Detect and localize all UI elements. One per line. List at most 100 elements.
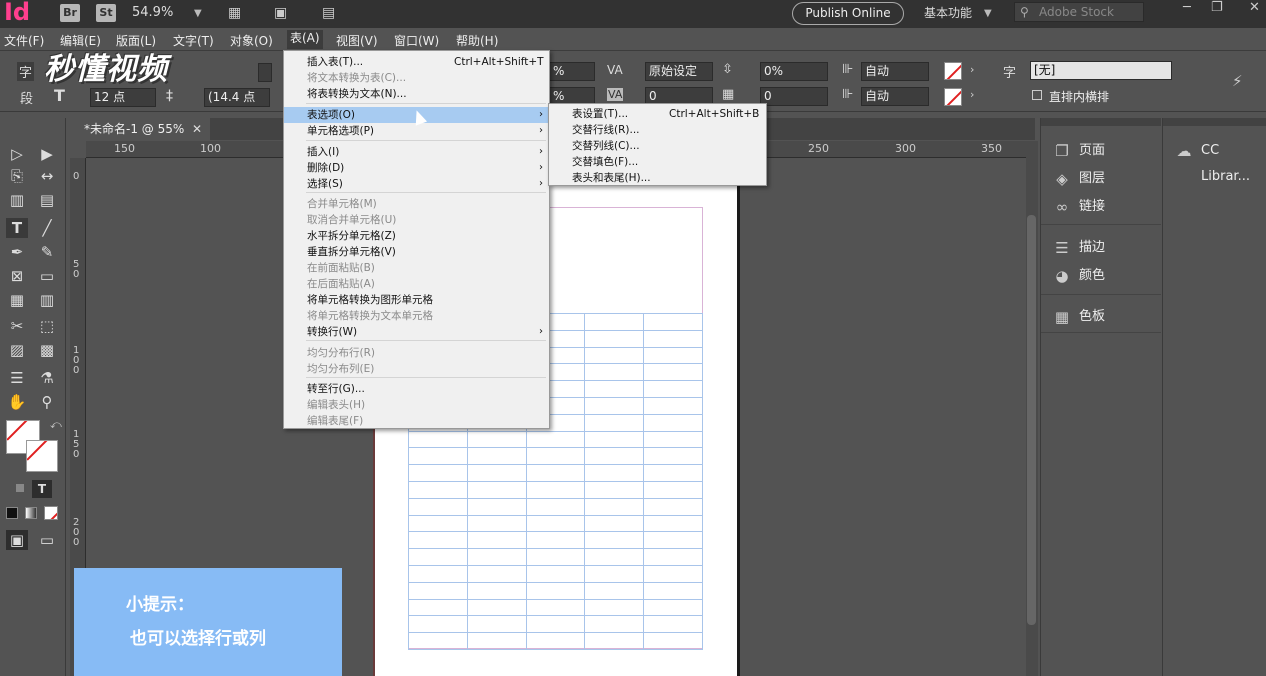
panel-cc-libraries[interactable]: ☁ CC Librar... [1163, 138, 1266, 184]
panel-swatches[interactable]: ▦ 色板 [1041, 304, 1161, 330]
table-cell[interactable] [525, 514, 586, 533]
selection-tool-icon[interactable]: ▷ [6, 144, 28, 164]
gradient-feather-tool-icon[interactable]: ▩ [36, 340, 58, 360]
auto-field-1[interactable]: 自动 [861, 62, 929, 81]
table-cell[interactable] [408, 430, 468, 449]
table-cell[interactable] [643, 514, 703, 533]
table-cell[interactable] [525, 564, 586, 583]
table-cell[interactable] [466, 581, 527, 600]
table-cell[interactable] [525, 531, 586, 550]
type-tool-icon[interactable]: T [6, 218, 28, 238]
percent-field[interactable]: 0% [760, 62, 828, 81]
bridge-icon[interactable]: Br [60, 4, 80, 22]
table-cell[interactable] [643, 480, 703, 499]
menu-type[interactable]: 文字(T) [173, 32, 214, 49]
menu-object[interactable]: 对象(O) [230, 32, 273, 49]
swap-colors-icon[interactable]: ⤺ [50, 418, 62, 432]
table-cell[interactable] [525, 447, 586, 466]
menu-help[interactable]: 帮助(H) [456, 32, 498, 49]
table-menu-item[interactable]: 水平拆分单元格(Z) [284, 228, 549, 244]
table-cell[interactable] [643, 548, 703, 566]
hand-tool-icon[interactable]: ✋ [6, 392, 28, 412]
scissors-tool-icon[interactable]: ✂ [6, 316, 28, 336]
chevron-right-icon[interactable]: › [970, 63, 974, 76]
table-cell[interactable] [466, 480, 527, 499]
free-transform-tool-icon[interactable]: ⬚ [36, 316, 58, 336]
stock-search-input[interactable]: ⚲ Adobe Stock [1014, 2, 1144, 22]
apply-none-icon[interactable] [44, 506, 58, 520]
gradient-swatch-tool-icon[interactable]: ▨ [6, 340, 28, 360]
table-cell[interactable] [525, 497, 586, 516]
stroke-none-swatch[interactable] [944, 88, 962, 106]
table-cell[interactable] [643, 497, 703, 516]
submenu-item[interactable]: 表设置(T)... Ctrl+Alt+Shift+B [549, 106, 766, 122]
table-cell[interactable] [466, 430, 527, 449]
screen-mode-icon[interactable]: ▣ [274, 5, 287, 21]
table-cell[interactable] [643, 464, 703, 482]
chevron-down-icon[interactable]: ▼ [194, 8, 202, 19]
table-cell[interactable] [643, 413, 703, 432]
table-menu-item[interactable]: 插入(I) › [284, 144, 549, 160]
table-cell[interactable] [584, 346, 645, 365]
menu-window[interactable]: 窗口(W) [394, 32, 439, 49]
chevron-down-icon[interactable]: ▼ [984, 8, 992, 19]
note-tool-icon[interactable]: ☰ [6, 368, 28, 388]
content-collector-icon[interactable]: ▥ [6, 190, 28, 210]
table-cell[interactable] [466, 464, 527, 482]
paragraph-mode-icon[interactable]: 段 [20, 88, 33, 107]
table-cell[interactable] [643, 430, 703, 449]
close-icon[interactable]: ✕ [1249, 0, 1260, 15]
table-cell[interactable] [584, 598, 645, 617]
table-cell[interactable] [408, 615, 468, 634]
direct-selection-tool-icon[interactable]: ▶ [36, 144, 58, 164]
grid-tool-icon[interactable]: ▥ [36, 290, 58, 310]
submenu-item[interactable]: 表头和表尾(H)... [549, 170, 766, 186]
rectangle-tool-icon[interactable]: ▭ [36, 266, 58, 286]
scrollbar-thumb[interactable] [1027, 215, 1036, 625]
table-cell[interactable] [584, 313, 645, 331]
panel-layers[interactable]: ◈ 图层 [1041, 166, 1161, 192]
table-cell[interactable] [584, 514, 645, 533]
character-style-dropdown[interactable]: [无] [1030, 61, 1172, 80]
table-menu-item[interactable]: 转换行(W) › [284, 324, 549, 340]
table-cell[interactable] [584, 380, 645, 398]
table-cell[interactable] [408, 581, 468, 600]
vertical-checkbox[interactable] [1032, 90, 1042, 100]
arrange-documents-icon[interactable]: ▤ [322, 5, 335, 21]
baseline-field[interactable]: 0 [760, 87, 828, 106]
chevron-right-icon-2[interactable]: › [970, 88, 974, 101]
table-cell[interactable] [466, 531, 527, 550]
table-cell[interactable] [408, 548, 468, 566]
publish-online-button[interactable]: Publish Online [792, 2, 904, 25]
line-tool-icon[interactable]: ╱ [36, 218, 58, 238]
table-cell[interactable] [525, 598, 586, 617]
table-cell[interactable] [525, 480, 586, 499]
vertical-scale-field[interactable]: % [549, 62, 595, 81]
table-cell[interactable] [643, 396, 703, 415]
formatting-text-icon[interactable]: T [32, 480, 52, 498]
menu-table[interactable]: 表(A) [287, 30, 323, 49]
formatting-container-icon[interactable] [16, 484, 24, 492]
table-cell[interactable] [584, 615, 645, 634]
font-size-field[interactable]: 12 点 [90, 88, 156, 107]
table-cell[interactable] [408, 447, 468, 466]
table-cell[interactable] [408, 632, 468, 650]
table-cell[interactable] [643, 329, 703, 348]
table-cell[interactable] [584, 396, 645, 415]
table-cell[interactable] [643, 564, 703, 583]
panel-color[interactable]: ◕ 颜色 [1041, 263, 1161, 289]
menu-file[interactable]: 文件(F) [4, 32, 44, 49]
panel-stroke[interactable]: ☰ 描边 [1041, 235, 1161, 261]
pencil-tool-icon[interactable]: ✎ [36, 242, 58, 262]
table-cell[interactable] [525, 548, 586, 566]
font-style-dropdown[interactable] [258, 63, 272, 82]
table-cell[interactable] [584, 363, 645, 382]
auto-field-2[interactable]: 自动 [861, 87, 929, 106]
table-cell[interactable] [525, 632, 586, 650]
table-cell[interactable] [584, 497, 645, 516]
apply-color-icon[interactable] [6, 507, 18, 519]
fill-none-swatch[interactable] [944, 62, 962, 80]
table-cell[interactable] [466, 548, 527, 566]
close-tab-icon[interactable]: ✕ [192, 118, 202, 140]
table-menu-item[interactable]: 将表转换为文本(N)... [284, 86, 549, 102]
